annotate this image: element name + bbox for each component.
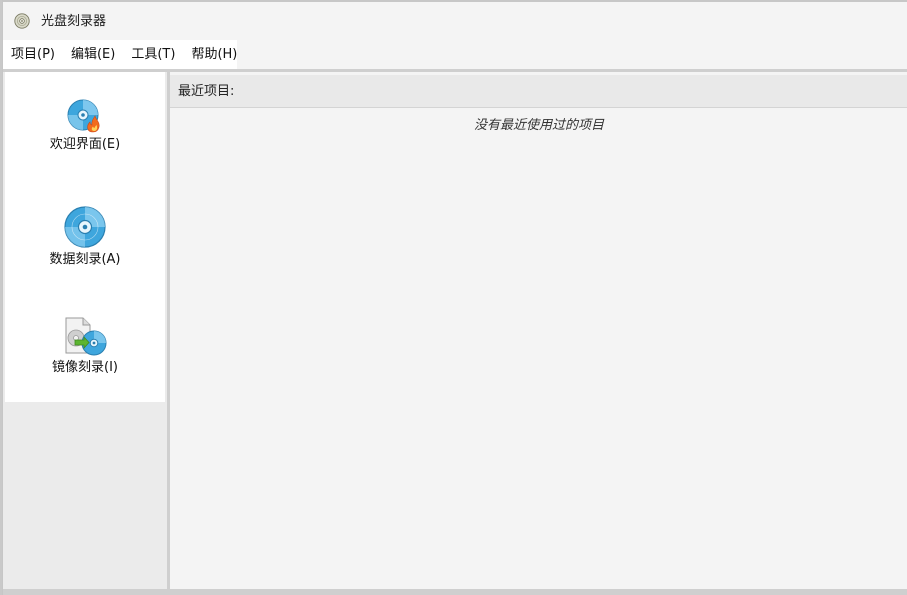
menu-bar: 项目(P) 编辑(E) 工具(T) 帮助(H) <box>3 40 237 69</box>
menu-bar-filler <box>237 40 907 69</box>
sidebar-item-label-image-burn: 镜像刻录(I) <box>52 360 118 375</box>
sidebar-list: 欢迎界面(E) 数据刻录(A) 镜像刻录(I) <box>5 72 165 402</box>
bottom-border <box>3 589 907 595</box>
disc-burn-icon <box>67 99 100 133</box>
menu-tools[interactable]: 工具(T) <box>123 41 183 69</box>
recent-projects-title: 最近项目: <box>178 84 235 99</box>
app-window: 光盘刻录器 项目(P) 编辑(E) 工具(T) 帮助(H) 欢迎界面(E) 数据… <box>2 0 907 595</box>
image-burn-icon <box>65 317 107 356</box>
menu-project[interactable]: 项目(P) <box>3 41 63 69</box>
sidebar: 欢迎界面(E) 数据刻录(A) 镜像刻录(I) <box>3 72 167 589</box>
recent-projects-header: 最近项目: <box>170 75 907 108</box>
sidebar-item-label-welcome: 欢迎界面(E) <box>49 137 121 152</box>
sidebar-item-data-burn[interactable]: 数据刻录(A) <box>5 205 165 269</box>
disc-icon <box>14 13 30 29</box>
sidebar-item-welcome[interactable]: 欢迎界面(E) <box>5 98 165 154</box>
sidebar-item-image-burn[interactable]: 镜像刻录(I) <box>5 317 165 377</box>
recent-projects-empty-message: 没有最近使用过的项目 <box>473 118 604 133</box>
title-bar: 光盘刻录器 <box>3 0 907 40</box>
sidebar-item-label-data-burn: 数据刻录(A) <box>49 252 121 267</box>
menu-edit[interactable]: 编辑(E) <box>63 41 123 69</box>
window-title: 光盘刻录器 <box>41 14 107 29</box>
main-content: 最近项目: 没有最近使用过的项目 <box>170 72 907 589</box>
data-disc-icon <box>64 206 106 248</box>
